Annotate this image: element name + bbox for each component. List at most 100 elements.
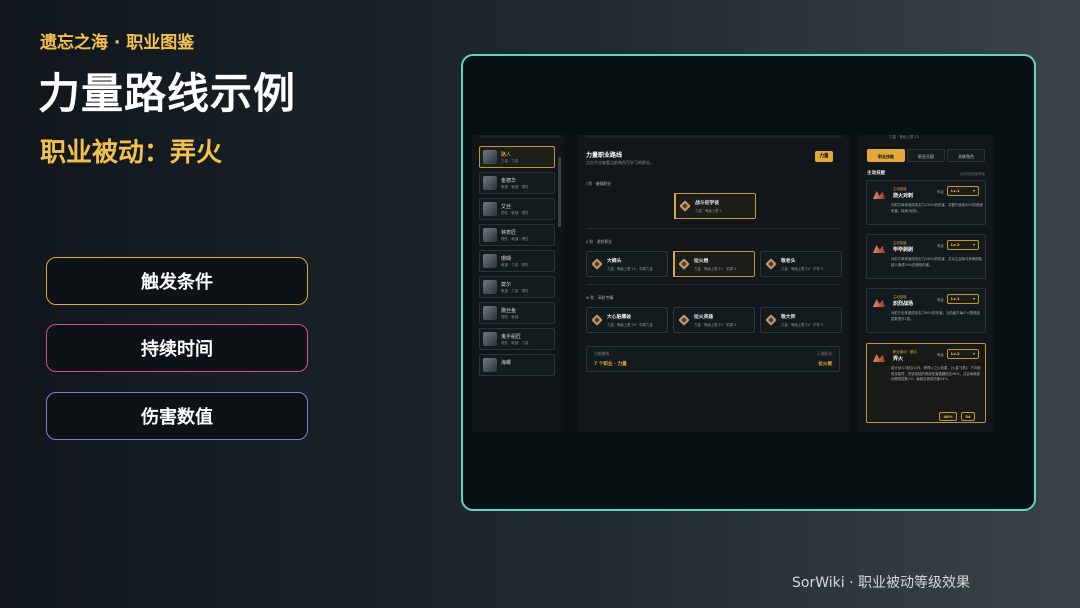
skill-name: 烧火对刺	[893, 193, 914, 199]
career-icon	[678, 258, 690, 270]
avatar	[483, 254, 497, 268]
career-info: 力量 · 等级上限 10 · 护佑 5	[781, 267, 824, 271]
career-node[interactable]: 拉火棍 力量 · 等级上限 10 · 前置 5	[673, 251, 755, 277]
skill-card[interactable]: 职业被动 · 被动弄火 等级Lv.2 若大战斗3回合以内，获得火之火效果，[火星飞溅…	[866, 343, 986, 423]
skill-card[interactable]: 主动技能炽烈战场 等级Lv.1 对前方全体造成攻击力60%的伤害，当前敌方每个人物燃…	[866, 288, 986, 333]
character-item[interactable]: 莫尔 敏捷 · 力量 · 理性	[479, 276, 555, 298]
level-select[interactable]: Lv.2	[947, 349, 979, 359]
skill-tag: 主动技能	[893, 187, 907, 191]
character-name: 艾丝	[501, 204, 512, 210]
summary-status: 已选职业	[816, 351, 832, 356]
character-item[interactable]: 艾丝 理性 · 敏捷 · 理性	[479, 198, 555, 220]
attribute-damage-button[interactable]: 伤害数值	[46, 392, 308, 440]
avatar	[483, 202, 497, 216]
career-info: 力量 · 等级上限 20 · 前置力量	[607, 323, 653, 327]
skill-section-label: 主动技能	[867, 171, 886, 176]
character-item[interactable]: 路人 力量 · 力量	[479, 146, 555, 168]
character-list: 路人 力量 · 力量 金德华 敏捷 · 敏捷 · 理性 艾丝 理性 · 敏捷 · 理性 钟表…	[472, 135, 564, 432]
skill-desc: 对前方全体造成攻击力60%的伤害，当前敌方每个人物燃烧层数提升1层。	[891, 311, 980, 321]
skill-name: 毕毕剥剥	[893, 247, 914, 253]
app-window: 路人 力量 · 力量 金德华 敏捷 · 敏捷 · 理性 艾丝 理性 · 敏捷 · 理性 钟表…	[472, 135, 1003, 432]
path-desc: 点击节点查看当前角色可学习的职业。	[586, 160, 654, 165]
character-name: 莫尔	[501, 282, 512, 288]
character-name: 珊瑚	[501, 256, 512, 262]
career-name: 拉火英雄	[694, 315, 714, 320]
attribute-duration-button[interactable]: 持续时间	[46, 324, 308, 372]
path-badge[interactable]: 力量	[815, 151, 833, 162]
skill-icon	[872, 296, 886, 310]
career-node[interactable]: 敬老头力量 · 等级上限 10 · 护佑 5	[760, 251, 842, 277]
slide-subtitle: 职业被动：弄火	[40, 138, 223, 168]
career-name: 敬老头	[781, 259, 796, 264]
value-chip: 48%	[939, 412, 957, 421]
character-tags: 敏捷 · 敏捷 · 理性	[501, 185, 529, 189]
character-item[interactable]: 珊瑚 敏捷 · 力量 · 理性	[479, 250, 555, 272]
character-item[interactable]: 海螺	[479, 354, 555, 376]
career-node[interactable]: 大榔头 力量 · 等级上限 10 · 前置力量	[586, 251, 668, 277]
summary-label: 当前路线	[594, 351, 610, 356]
attribute-trigger-button[interactable]: 触发条件	[46, 257, 308, 305]
skill-desc: 对前方单体造成攻击力100%的伤害，并对主目标与其两侧各敌人造成50%的燃烧伤害…	[891, 257, 983, 267]
career-name: 敬大师	[781, 315, 796, 320]
career-name: 拉火棍	[694, 259, 709, 264]
career-info: 力量 · 等级上限 10 · 护佑 5	[781, 323, 824, 327]
career-info: 力量 · 等级上限 10 · 前置 5	[694, 323, 737, 327]
career-node[interactable]: 战斗初学徒力量 · 等级上限 5	[674, 193, 756, 219]
node-active-bar	[674, 193, 676, 219]
character-item[interactable]: 金德华 敏捷 · 敏捷 · 理性	[479, 172, 555, 194]
node-active-bar	[673, 251, 675, 277]
character-item[interactable]: 鬼手船匠 理性 · 敏捷 · 力量	[479, 328, 555, 350]
skill-icon	[872, 188, 886, 202]
avatar	[483, 228, 497, 242]
career-info: 力量 · 等级上限 5	[695, 209, 722, 213]
skill-tab[interactable]: 职业技能	[867, 149, 905, 162]
skill-tab[interactable]: 职业天赋	[907, 149, 945, 162]
tier-label: III 阶 · 高阶专精	[586, 295, 614, 300]
character-name: 路人	[501, 152, 512, 158]
level-select[interactable]: Lv.2	[947, 240, 979, 250]
character-tags: 理性 · 敏捷 · 理性	[501, 211, 529, 215]
screenshot-frame: 路人 力量 · 力量 金德华 敏捷 · 敏捷 · 理性 艾丝 理性 · 敏捷 · 理性 钟表…	[461, 54, 1036, 511]
career-node[interactable]: 敬大师力量 · 等级上限 10 · 护佑 5	[760, 307, 842, 333]
career-node[interactable]: 大心脏爆破力量 · 等级上限 20 · 前置力量	[586, 307, 668, 333]
character-name: 金德华	[501, 178, 517, 184]
skill-tag: 主动技能	[893, 295, 907, 299]
character-tags: 理性 · 敏捷 · 理性	[501, 237, 529, 241]
value-chip: 54	[961, 412, 975, 421]
skill-card[interactable]: 主动技能烧火对刺 等级Lv.1 对前方单体造成攻击力120%的伤害，并额外造成50%…	[866, 180, 986, 225]
path-topbar	[585, 135, 841, 138]
skill-section-hint: 点击切换技能等级	[959, 172, 986, 176]
skill-tab[interactable]: 关联角色	[947, 149, 985, 162]
level-label: 等级	[937, 190, 944, 194]
column-gap	[564, 135, 577, 432]
avatar	[483, 176, 497, 190]
level-label: 等级	[937, 298, 944, 302]
skill-desc: 若大战斗3回合以内，获得火之火效果，[火星飞溅]：下次使用技能时，把该技能的燃烧…	[891, 366, 981, 382]
level-label: 等级	[937, 244, 944, 248]
avatar	[483, 358, 497, 372]
career-node[interactable]: 拉火英雄力量 · 等级上限 10 · 前置 5	[673, 307, 755, 333]
skill-name: 弄火	[893, 356, 904, 362]
character-item[interactable]: 撒丝鱼 理性 · 敏捷	[479, 302, 555, 324]
career-name: 大榔头	[607, 259, 622, 264]
level-select[interactable]: Lv.1	[947, 186, 979, 196]
column-gap	[849, 135, 859, 432]
career-name: 战斗初学徒	[695, 201, 719, 206]
character-item[interactable]: 钟表匠 理性 · 敏捷 · 理性	[479, 224, 555, 246]
summary-value: 7 个职业 · 力量	[594, 362, 627, 367]
character-tags: 理性 · 敏捷 · 力量	[501, 341, 529, 345]
divider	[586, 284, 840, 285]
skill-icon	[872, 351, 886, 365]
skill-panel: 力量 · 等级上限 10 职业技能 职业天赋 关联角色 主动技能 点击切换技能等级 …	[859, 135, 993, 432]
character-list-scrollbar[interactable]	[558, 157, 561, 227]
character-name: 鬼手船匠	[501, 334, 522, 340]
level-select[interactable]: Lv.1	[947, 294, 979, 304]
character-name: 海螺	[501, 360, 512, 366]
career-name: 大心脏爆破	[607, 315, 631, 320]
skill-desc: 对前方单体造成攻击力120%的伤害，并额外造成50%的燃烧伤害，持续1回合。	[891, 203, 983, 213]
character-tags: 力量 · 力量	[501, 159, 519, 163]
avatar	[483, 332, 497, 346]
skill-card[interactable]: 主动技能毕毕剥剥 等级Lv.2 对前方单体造成攻击力100%的伤害，并对主目标与其两…	[866, 234, 986, 279]
tier-label: I 阶 · 基础职业	[586, 181, 611, 186]
career-path-panel: 力量职业路线 点击节点查看当前角色可学习的职业。 力量 I 阶 · 基础职业 战斗…	[577, 135, 849, 432]
